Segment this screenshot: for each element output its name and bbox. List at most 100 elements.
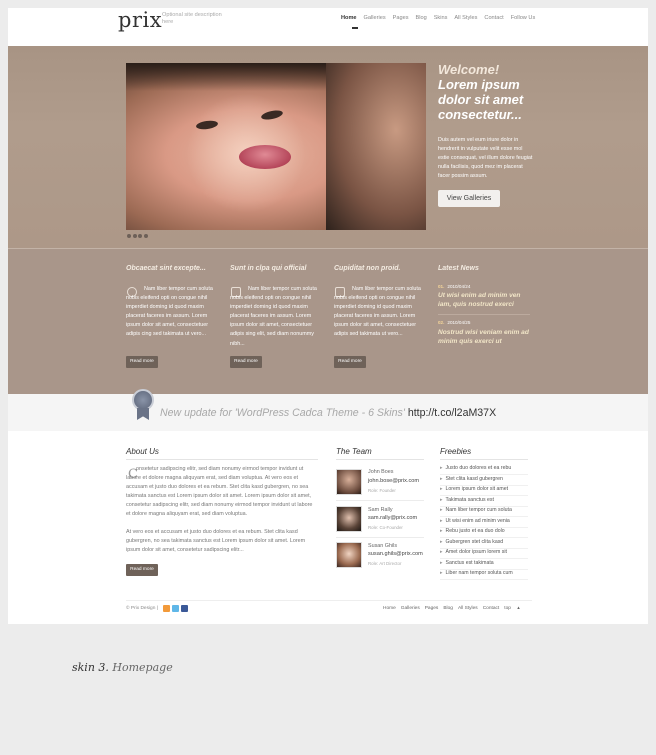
arrow-right-icon: ▸	[440, 486, 443, 492]
about-paragraph: onsetetur sadipscing elitr, sed diam non…	[126, 466, 313, 517]
news-item[interactable]: Ut wisi enim ad minim ven iam, quis nost…	[438, 292, 530, 309]
freebie-link[interactable]: ▸ Justo duo dolores et ea rebu	[440, 465, 528, 476]
freebie-link[interactable]: ▸ Lorem ipsum dolor sit amet	[440, 486, 528, 497]
freebies-rule	[440, 459, 528, 460]
avatar[interactable]	[336, 506, 362, 532]
arrow-right-icon: ▸	[440, 538, 443, 545]
feature-title[interactable]: Obcaecat sint excepte...	[126, 265, 206, 272]
news-divider	[438, 314, 530, 315]
footer-link-blog[interactable]: Blog	[443, 606, 453, 611]
feature-text: Nam liber tempor cum soluta nobis eleife…	[230, 286, 317, 347]
main-nav: Home Galleries Pages Blog Skins All Styl…	[341, 15, 542, 21]
slider-dot[interactable]	[127, 234, 131, 238]
freebies-title: Freebies	[440, 447, 472, 456]
slider-dots[interactable]	[127, 234, 149, 238]
facebook-icon[interactable]	[181, 605, 188, 612]
read-more-button[interactable]: Read more	[334, 356, 366, 368]
freebie-link[interactable]: ▸ Nam liber tempor cum soluta	[440, 507, 528, 518]
team-member-role: Role: Art Director	[368, 561, 402, 566]
freebie-link[interactable]: ▸ Liber nam tempor soluta cum	[440, 570, 528, 581]
caption-main: skin 3.	[72, 661, 109, 674]
footer-link-all-styles[interactable]: All Styles	[458, 606, 478, 611]
freebie-link[interactable]: ▸ Sanctus est takimata	[440, 560, 528, 570]
footer-divider	[126, 600, 532, 601]
arrow-right-icon: ▸	[440, 465, 443, 471]
site-header	[8, 8, 648, 46]
rss-icon[interactable]	[163, 605, 170, 612]
nav-home[interactable]: Home	[341, 15, 357, 21]
footer-link-pages[interactable]: Pages	[425, 606, 439, 611]
news-item[interactable]: Nostrud wisi veniam enim ad minim quis e…	[438, 329, 530, 346]
footer-link-home[interactable]: Home	[383, 606, 396, 611]
about-rule	[126, 459, 318, 460]
team-member-email[interactable]: susan.ghils@prix.com	[368, 551, 423, 557]
site-logo[interactable]: prix	[118, 8, 162, 32]
freebie-label: Justo duo dolores et ea rebu	[445, 465, 512, 471]
freebie-link[interactable]: ▸ Takimata sanctus est	[440, 497, 528, 507]
arrow-right-icon: ▸	[440, 475, 443, 482]
avatar[interactable]	[336, 469, 362, 495]
footer-link-galleries[interactable]: Galleries	[401, 606, 420, 611]
band-divider	[8, 248, 648, 249]
copyright-text: © Prix Design |	[126, 606, 158, 611]
nav-active-indicator	[352, 27, 358, 29]
feature-text: Nam liber tempor cum soluta nobis eleife…	[126, 286, 213, 338]
nav-follow-us[interactable]: Follow Us	[511, 15, 536, 21]
news-date-text: 2010/04/25	[447, 320, 471, 325]
arrow-right-icon: ▸	[440, 507, 443, 513]
footer-link-top[interactable]: top ▴	[504, 606, 524, 611]
freebie-label: Takimata sanctus est	[445, 496, 494, 503]
page-caption: skin 3. Homepage	[72, 661, 173, 674]
news-title: Latest News	[438, 265, 479, 272]
slider-dot[interactable]	[132, 234, 137, 238]
slider-dot[interactable]	[143, 234, 148, 238]
view-galleries-button[interactable]: View Galleries	[438, 190, 500, 207]
site-tagline: Optional site description here	[162, 12, 222, 25]
nav-pages[interactable]: Pages	[393, 15, 409, 21]
about-paragraph: At vero eos et accusam et justo duo dolo…	[126, 529, 306, 553]
about-read-more-button[interactable]: Read more	[126, 564, 158, 576]
nav-blog[interactable]: Blog	[416, 15, 427, 21]
footer-nav: Home Galleries Pages Blog All Styles Con…	[383, 606, 530, 611]
avatar[interactable]	[336, 542, 362, 568]
team-member-name: Sam Rally	[368, 507, 393, 513]
hero-body-text: Duis autem vel eum iriure dolor in hendr…	[438, 137, 533, 179]
arrow-right-icon: ▸	[440, 528, 443, 534]
hero-welcome: Welcome!	[438, 62, 500, 77]
nav-all-styles[interactable]: All Styles	[454, 15, 477, 21]
feature-title[interactable]: Cupiditat non proid.	[334, 265, 401, 272]
team-title: The Team	[336, 447, 372, 456]
feature-title[interactable]: Sunt in clpa qui official	[230, 265, 307, 272]
hero-headline: Welcome! Lorem ipsum dolor sit amet cons…	[438, 62, 538, 122]
arrow-right-icon: ▸	[440, 570, 443, 576]
twitter-icon[interactable]	[172, 605, 179, 612]
nav-contact[interactable]: Contact	[484, 15, 503, 21]
team-rule	[336, 459, 424, 460]
freebie-link[interactable]: ▸ Ut wisi enim ad minim venia	[440, 518, 528, 528]
news-date-text: 2010/04/24	[447, 284, 471, 289]
feature-text: Nam liber tempor cum soluta nobis eleife…	[334, 286, 421, 338]
footer-link-contact[interactable]: Contact	[483, 606, 500, 611]
freebie-link[interactable]: ▸ Amet dolor ipsum lorem sit	[440, 549, 528, 560]
freebie-label: Nam liber tempor cum soluta	[445, 507, 512, 513]
freebie-link[interactable]: ▸ Stet clita kasd gubergren	[440, 476, 528, 486]
about-title: About Us	[126, 447, 159, 456]
caption-sub: Homepage	[112, 661, 173, 674]
team-member-email[interactable]: john.bose@prix.com	[368, 478, 419, 484]
tweet-link[interactable]: http://t.co/l2aM37X	[408, 407, 496, 419]
team-divider	[336, 537, 424, 538]
news-number: 01.	[438, 284, 445, 289]
read-more-button[interactable]: Read more	[126, 356, 158, 368]
nav-galleries[interactable]: Galleries	[364, 15, 386, 21]
freebie-link[interactable]: ▸ Rebu justo et ea duo dolo	[440, 528, 528, 539]
read-more-button[interactable]: Read more	[230, 356, 262, 368]
arrow-right-icon: ▸	[440, 559, 443, 566]
freebie-link[interactable]: ▸ Gubergren stet clita kasd	[440, 539, 528, 549]
nav-skins[interactable]: Skins	[434, 15, 448, 21]
hero-slide-image[interactable]	[126, 63, 426, 230]
freebie-label: Ut wisi enim ad minim venia	[445, 517, 510, 524]
team-divider	[336, 500, 424, 501]
team-member-email[interactable]: sam.rally@prix.com	[368, 515, 417, 521]
arrow-right-icon: ▸	[440, 517, 443, 524]
slider-dot[interactable]	[138, 234, 142, 238]
